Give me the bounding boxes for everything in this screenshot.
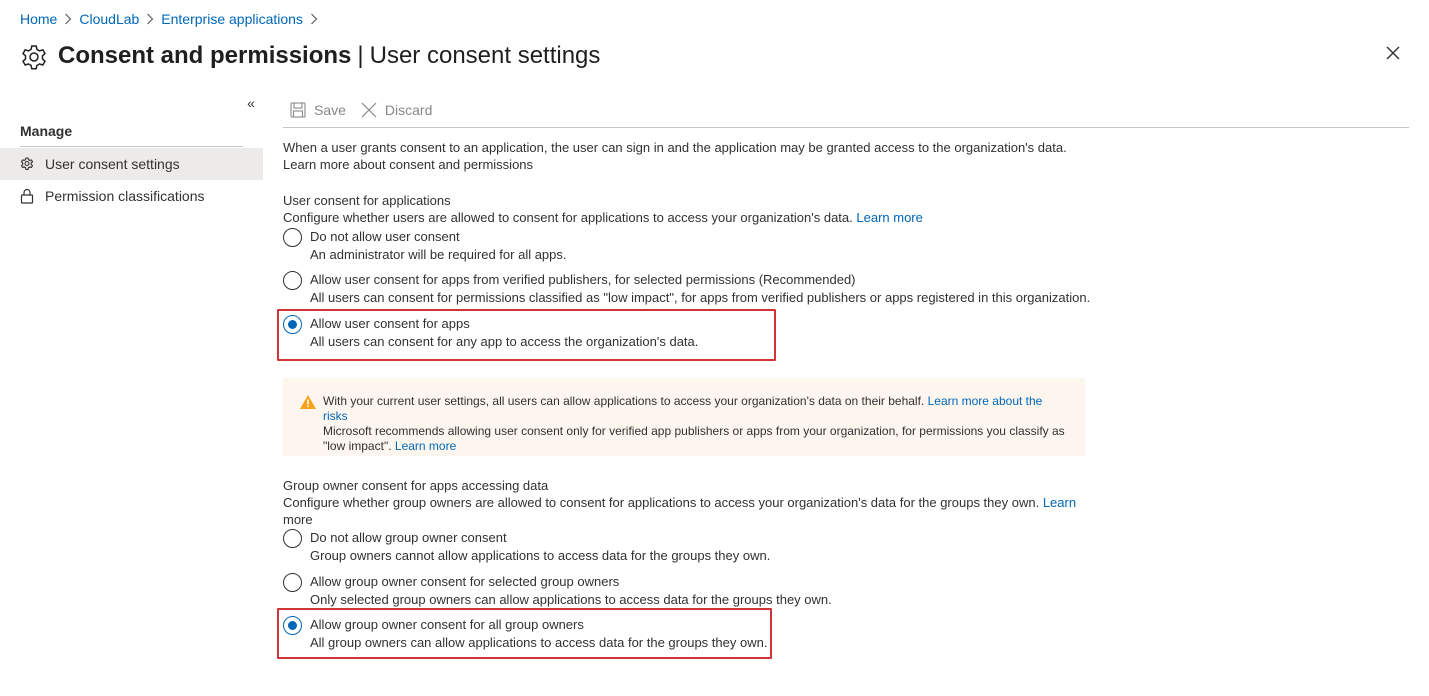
group-consent-learn-more-link-continued[interactable]: more <box>283 511 313 528</box>
lock-icon <box>19 188 35 204</box>
collapse-sidebar-button[interactable]: « <box>244 95 258 111</box>
radio-button-selected[interactable] <box>283 616 302 635</box>
radio-label: Allow group owner consent for selected g… <box>310 574 620 589</box>
radio-button[interactable] <box>283 573 302 592</box>
page-subtitle: User consent settings <box>369 42 601 69</box>
radio-description: All group owners can allow applications … <box>310 635 768 650</box>
chevron-right-icon <box>146 13 154 25</box>
intro-text: When a user grants consent to an applica… <box>283 140 1067 155</box>
gear-icon <box>19 156 35 172</box>
radio-description: All users can consent for any app to acc… <box>310 334 699 349</box>
radio-label: Allow user consent for apps from verifie… <box>310 272 856 287</box>
page-header: Consent and permissions | User consent s… <box>18 36 600 76</box>
radio-description: All users can consent for permissions cl… <box>310 290 1091 305</box>
discard-icon <box>360 101 378 119</box>
radio-label: Allow user consent for apps <box>310 316 470 331</box>
page-title: Consent and permissions <box>58 42 352 69</box>
radio-button[interactable] <box>283 228 302 247</box>
chevron-right-icon <box>310 13 318 25</box>
warning-icon <box>299 394 317 410</box>
sidebar-heading-manage: Manage <box>20 123 73 139</box>
user-consent-heading: User consent for applications <box>283 193 451 208</box>
radio-description: An administrator will be required for al… <box>310 247 567 262</box>
toolbar-divider <box>283 127 1409 128</box>
radio-label: Allow group owner consent for all group … <box>310 617 584 632</box>
warning-line-1: With your current user settings, all use… <box>323 394 1065 424</box>
group-consent-description-row: Configure whether group owners are allow… <box>283 494 1076 511</box>
user-consent-description-row: Configure whether users are allowed to c… <box>283 209 923 226</box>
breadcrumb-cloudlab[interactable]: CloudLab <box>79 11 139 27</box>
radio-button[interactable] <box>283 271 302 290</box>
warning-text-1: With your current user settings, all use… <box>323 394 925 408</box>
warning-text-3: "low impact". <box>323 439 392 453</box>
radio-label: Do not allow group owner consent <box>310 530 507 545</box>
radio-description: Group owners cannot allow applications t… <box>310 548 771 563</box>
warning-banner: With your current user settings, all use… <box>283 378 1085 456</box>
save-icon <box>289 101 307 119</box>
save-label: Save <box>314 102 346 118</box>
group-consent-learn-more-link[interactable]: Learn <box>1043 495 1076 510</box>
user-consent-description: Configure whether users are allowed to c… <box>283 210 853 225</box>
group-consent-description: Configure whether group owners are allow… <box>283 495 1040 510</box>
discard-label: Discard <box>384 102 433 118</box>
warning-text-2: Microsoft recommends allowing user conse… <box>323 424 1065 438</box>
chevron-right-icon <box>64 13 72 25</box>
learn-more-consent-link[interactable]: Learn more about consent and permissions <box>283 156 533 173</box>
breadcrumb: Home CloudLab Enterprise applications <box>20 10 325 28</box>
discard-button[interactable]: Discard <box>360 101 432 119</box>
sidebar-item-label: Permission classifications <box>45 188 205 204</box>
user-consent-learn-more-link[interactable]: Learn more <box>856 210 922 225</box>
warning-learn-more-link[interactable]: Learn more <box>395 439 456 453</box>
sidebar-item-user-consent-settings[interactable]: User consent settings <box>0 148 263 180</box>
warning-line-3: "low impact". Learn more <box>323 439 1065 454</box>
radio-label: Do not allow user consent <box>310 229 460 244</box>
breadcrumb-enterprise-applications[interactable]: Enterprise applications <box>161 11 303 27</box>
sidebar-item-label: User consent settings <box>45 156 180 172</box>
radio-button-selected[interactable] <box>283 315 302 334</box>
group-consent-heading: Group owner consent for apps accessing d… <box>283 478 549 493</box>
gear-icon <box>18 40 50 72</box>
sidebar-divider <box>20 146 243 147</box>
close-icon[interactable] <box>1382 42 1404 64</box>
sidebar-item-permission-classifications[interactable]: Permission classifications <box>0 180 263 212</box>
radio-button[interactable] <box>283 529 302 548</box>
breadcrumb-home[interactable]: Home <box>20 11 57 27</box>
save-button[interactable]: Save <box>289 101 346 119</box>
command-bar: Save Discard <box>289 99 446 121</box>
radio-description: Only selected group owners can allow app… <box>310 592 832 607</box>
title-divider: | <box>357 42 364 69</box>
